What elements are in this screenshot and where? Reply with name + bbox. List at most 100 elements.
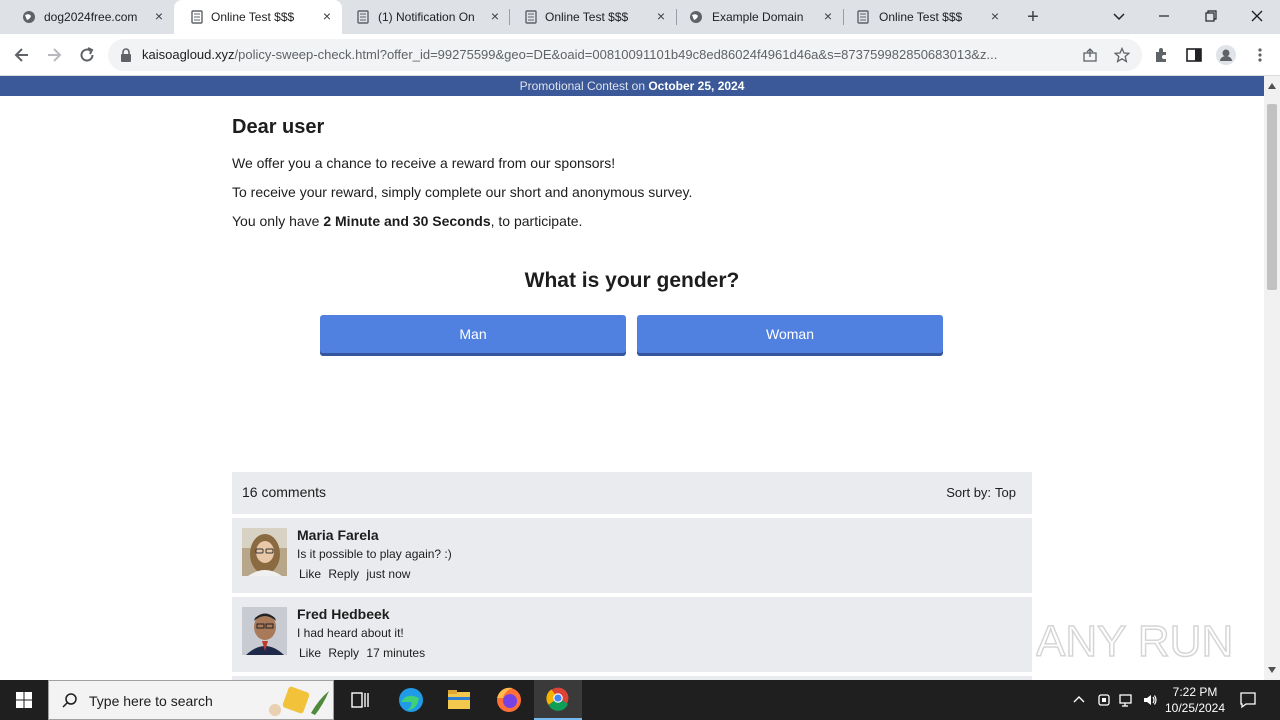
close-icon[interactable]: × [320, 9, 334, 23]
back-arrow-icon[interactable] [12, 45, 32, 65]
tab-title: dog2024free.com [44, 10, 138, 24]
tab-4[interactable]: Online Test $$$ × [510, 0, 676, 34]
url-text[interactable]: kaisoagloud.xyz/policy-sweep-check.html?… [142, 47, 1072, 62]
tab-title: Online Test $$$ [879, 10, 963, 24]
task-view-icon[interactable] [336, 680, 384, 720]
close-icon[interactable]: × [988, 9, 1002, 23]
intro-line-1: We offer you a chance to receive a rewar… [232, 155, 616, 171]
tab-1[interactable]: dog2024free.com × [0, 0, 174, 34]
document-icon [857, 10, 869, 24]
promo-banner: Promotional Contest on October 25, 2024 [0, 76, 1264, 96]
taskbar-clock[interactable]: 7:22 PM 10/25/2024 [1160, 684, 1230, 716]
comment-text: I had heard about it! [297, 626, 404, 640]
sort-label: Sort by: [946, 485, 992, 500]
close-icon[interactable]: × [152, 9, 166, 23]
comment-actions: Like Reply 17 minutes [299, 646, 429, 660]
timer-value: 2 Minute and 30 Seconds [323, 213, 491, 229]
woman-button[interactable]: Woman [637, 315, 943, 353]
comment-author[interactable]: Maria Farela [297, 527, 379, 543]
chevron-up-icon[interactable] [1071, 692, 1087, 708]
extensions-puzzle-icon[interactable] [1153, 46, 1171, 64]
intro-line-3: You only have 2 Minute and 30 Seconds, t… [232, 213, 582, 229]
reply-link[interactable]: Reply [328, 567, 359, 581]
greeting-heading: Dear user [232, 116, 325, 138]
tab-strip: dog2024free.com × Online Test $$$ × (1) … [0, 0, 1280, 34]
comment-text: Is it possible to play again? :) [297, 547, 452, 561]
like-link[interactable]: Like [299, 567, 321, 581]
close-icon[interactable]: × [821, 9, 835, 23]
tab-6[interactable]: Online Test $$$ × [844, 0, 1010, 34]
menu-kebab-icon[interactable] [1251, 46, 1269, 64]
close-icon[interactable]: × [654, 9, 668, 23]
anyrun-watermark-logo: ANY RUN [1036, 616, 1234, 667]
comment-item: Maria Farela Is it possible to play agai… [232, 518, 1032, 593]
windows-start-icon[interactable] [0, 680, 48, 720]
search-highlight-illustration-icon [269, 686, 329, 716]
comment-time: 17 minutes [366, 646, 426, 660]
comment-item: Fred Hedbeek I had heard about it! Like … [232, 597, 1032, 672]
question-heading: What is your gender? [524, 269, 740, 292]
close-icon[interactable]: × [488, 9, 502, 23]
search-icon [62, 693, 77, 708]
new-tab-button[interactable]: + [1022, 7, 1044, 27]
close-window-icon[interactable] [1245, 4, 1269, 28]
promo-prefix: Promotional Contest on [519, 79, 649, 93]
tab-title: (1) Notification On [378, 10, 475, 24]
firefox-icon[interactable] [485, 680, 533, 720]
notification-center-icon[interactable] [1239, 691, 1257, 709]
comment-time: just now [366, 567, 411, 581]
tab-5[interactable]: Example Domain × [677, 0, 843, 34]
scroll-down-arrow-icon[interactable] [1268, 666, 1276, 674]
like-link[interactable]: Like [299, 646, 321, 660]
restore-icon[interactable] [1199, 4, 1223, 28]
tab-search-chevron-icon[interactable] [1107, 4, 1131, 28]
tab-title: Example Domain [712, 10, 804, 24]
forward-arrow-icon[interactable] [44, 45, 64, 65]
reload-icon[interactable] [77, 45, 97, 65]
avatar [242, 607, 287, 655]
taskbar-search[interactable]: Type here to search [48, 680, 334, 720]
promo-date: October 25, 2024 [648, 79, 745, 93]
page-scrollbar[interactable] [1264, 76, 1280, 680]
url-host: kaisoagloud.xyz [142, 47, 235, 62]
tab-2-active[interactable]: Online Test $$$ × [174, 0, 342, 34]
sort-value[interactable]: Top [995, 485, 1016, 500]
profile-avatar-icon[interactable] [1216, 45, 1236, 65]
scroll-thumb[interactable] [1267, 104, 1277, 290]
document-icon [191, 10, 203, 24]
man-button[interactable]: Man [320, 315, 626, 353]
address-bar[interactable]: kaisoagloud.xyz/policy-sweep-check.html?… [108, 39, 1142, 71]
timer-prefix: You only have [232, 213, 324, 229]
sort-control[interactable]: Sort by: Top [942, 485, 1016, 500]
tab-title: Online Test $$$ [545, 10, 629, 24]
comment-actions: Like Reply just now [299, 567, 414, 581]
reply-link[interactable]: Reply [328, 646, 359, 660]
watermark-text: ANY RUN [1036, 617, 1233, 666]
lock-icon[interactable] [120, 48, 132, 62]
minimize-icon[interactable] [1152, 4, 1176, 28]
network-security-icon[interactable] [1096, 692, 1112, 708]
bookmark-star-icon[interactable] [1114, 47, 1130, 63]
url-path: /policy-sweep-check.html?offer_id=992755… [234, 47, 998, 62]
network-icon[interactable] [1119, 692, 1135, 708]
edge-browser-icon[interactable] [387, 680, 435, 720]
page-viewport: Promotional Contest on October 25, 2024 … [0, 76, 1264, 680]
comments-count: 16 comments [242, 484, 327, 500]
avatar [242, 528, 287, 576]
search-placeholder: Type here to search [89, 693, 213, 709]
tab-title: Online Test $$$ [211, 10, 295, 24]
comments-header: 16 comments Sort by: Top [232, 472, 1032, 514]
comment-author[interactable]: Fred Hedbeek [297, 606, 390, 622]
tab-3[interactable]: (1) Notification On × [342, 0, 510, 34]
scroll-up-arrow-icon[interactable] [1268, 82, 1276, 90]
side-panel-icon[interactable] [1185, 46, 1203, 64]
globe-icon [23, 11, 35, 23]
volume-icon[interactable] [1142, 692, 1158, 708]
windows-taskbar: Type here to search 7:22 PM 10/25/2024 [0, 680, 1280, 720]
timer-suffix: , to participate. [490, 213, 583, 229]
file-explorer-icon[interactable] [435, 680, 483, 720]
share-icon[interactable] [1082, 47, 1098, 63]
document-icon [525, 10, 537, 24]
clock-time: 7:22 PM [1172, 685, 1218, 699]
chrome-icon[interactable] [534, 680, 582, 720]
